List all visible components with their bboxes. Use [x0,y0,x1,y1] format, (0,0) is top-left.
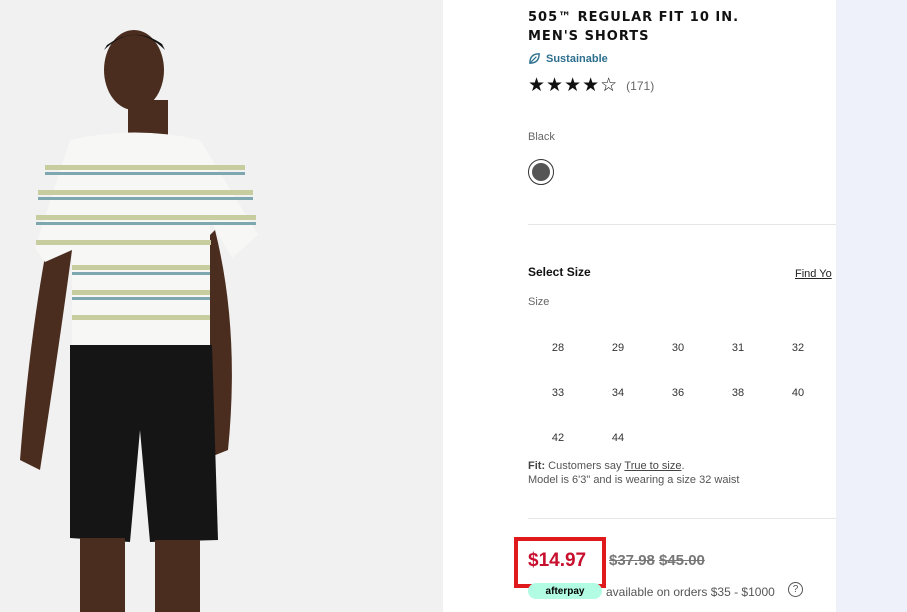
sustainable-badge[interactable]: Sustainable [528,52,608,65]
product-title-line2: MEN'S SHORTS [528,29,650,44]
size-option[interactable]: 28 [528,325,588,370]
swatch-fill [532,163,550,181]
find-your-size-link[interactable]: Find Yo [795,268,832,280]
product-photo-illustration [0,0,443,612]
select-size-heading: Select Size [528,265,591,279]
size-option[interactable]: 42 [528,415,588,460]
size-option[interactable]: 44 [588,415,648,460]
fit-info: Fit: Customers say True to size. Model i… [528,459,739,487]
afterpay-logo[interactable]: afterpay [528,583,602,599]
original-price: $37.98 [609,552,655,569]
product-details-panel: 505™ REGULAR FIT 10 IN. MEN'S SHORTS Sus… [443,0,836,612]
divider [528,224,836,225]
size-option[interactable]: 40 [768,370,828,415]
product-image[interactable] [0,0,443,612]
fit-end: . [681,460,685,472]
leaf-icon [529,53,540,64]
review-count[interactable]: (171) [626,79,654,93]
size-option[interactable]: 34 [588,370,648,415]
afterpay-text: available on orders $35 - $1000 [606,585,775,599]
sale-price: $14.97 [528,550,587,571]
color-label: Black [528,131,555,143]
size-option[interactable]: 31 [708,325,768,370]
size-label: Size [528,296,550,308]
product-title-line1: 505™ REGULAR FIT 10 IN. [528,10,740,25]
true-to-size-link[interactable]: True to size [624,460,681,472]
size-option[interactable]: 30 [648,325,708,370]
divider [528,518,836,519]
size-option[interactable]: 29 [588,325,648,370]
model-info: Model is 6'3" and is wearing a size 32 w… [528,474,740,486]
size-option[interactable]: 38 [708,370,768,415]
rating-row[interactable]: ★★★★☆ (171) [528,76,654,96]
size-option[interactable]: 36 [648,370,708,415]
rating-stars: ★★★★☆ [528,75,619,96]
fit-prefix: Fit: [528,460,546,472]
fit-text: Customers say [548,460,622,472]
original-price-2: $45.00 [659,552,705,569]
product-title: 505™ REGULAR FIT 10 IN. MEN'S SHORTS [528,8,788,46]
size-grid: 28 29 30 31 32 33 34 36 38 40 42 44 [528,325,828,460]
help-icon[interactable]: ? [788,582,803,597]
sustainable-label: Sustainable [546,52,608,65]
size-option[interactable]: 33 [528,370,588,415]
fit-line: Fit: Customers say True to size. [528,459,739,473]
page-background-strip [836,0,907,612]
size-option[interactable]: 32 [768,325,828,370]
color-swatch-black[interactable] [528,159,554,185]
